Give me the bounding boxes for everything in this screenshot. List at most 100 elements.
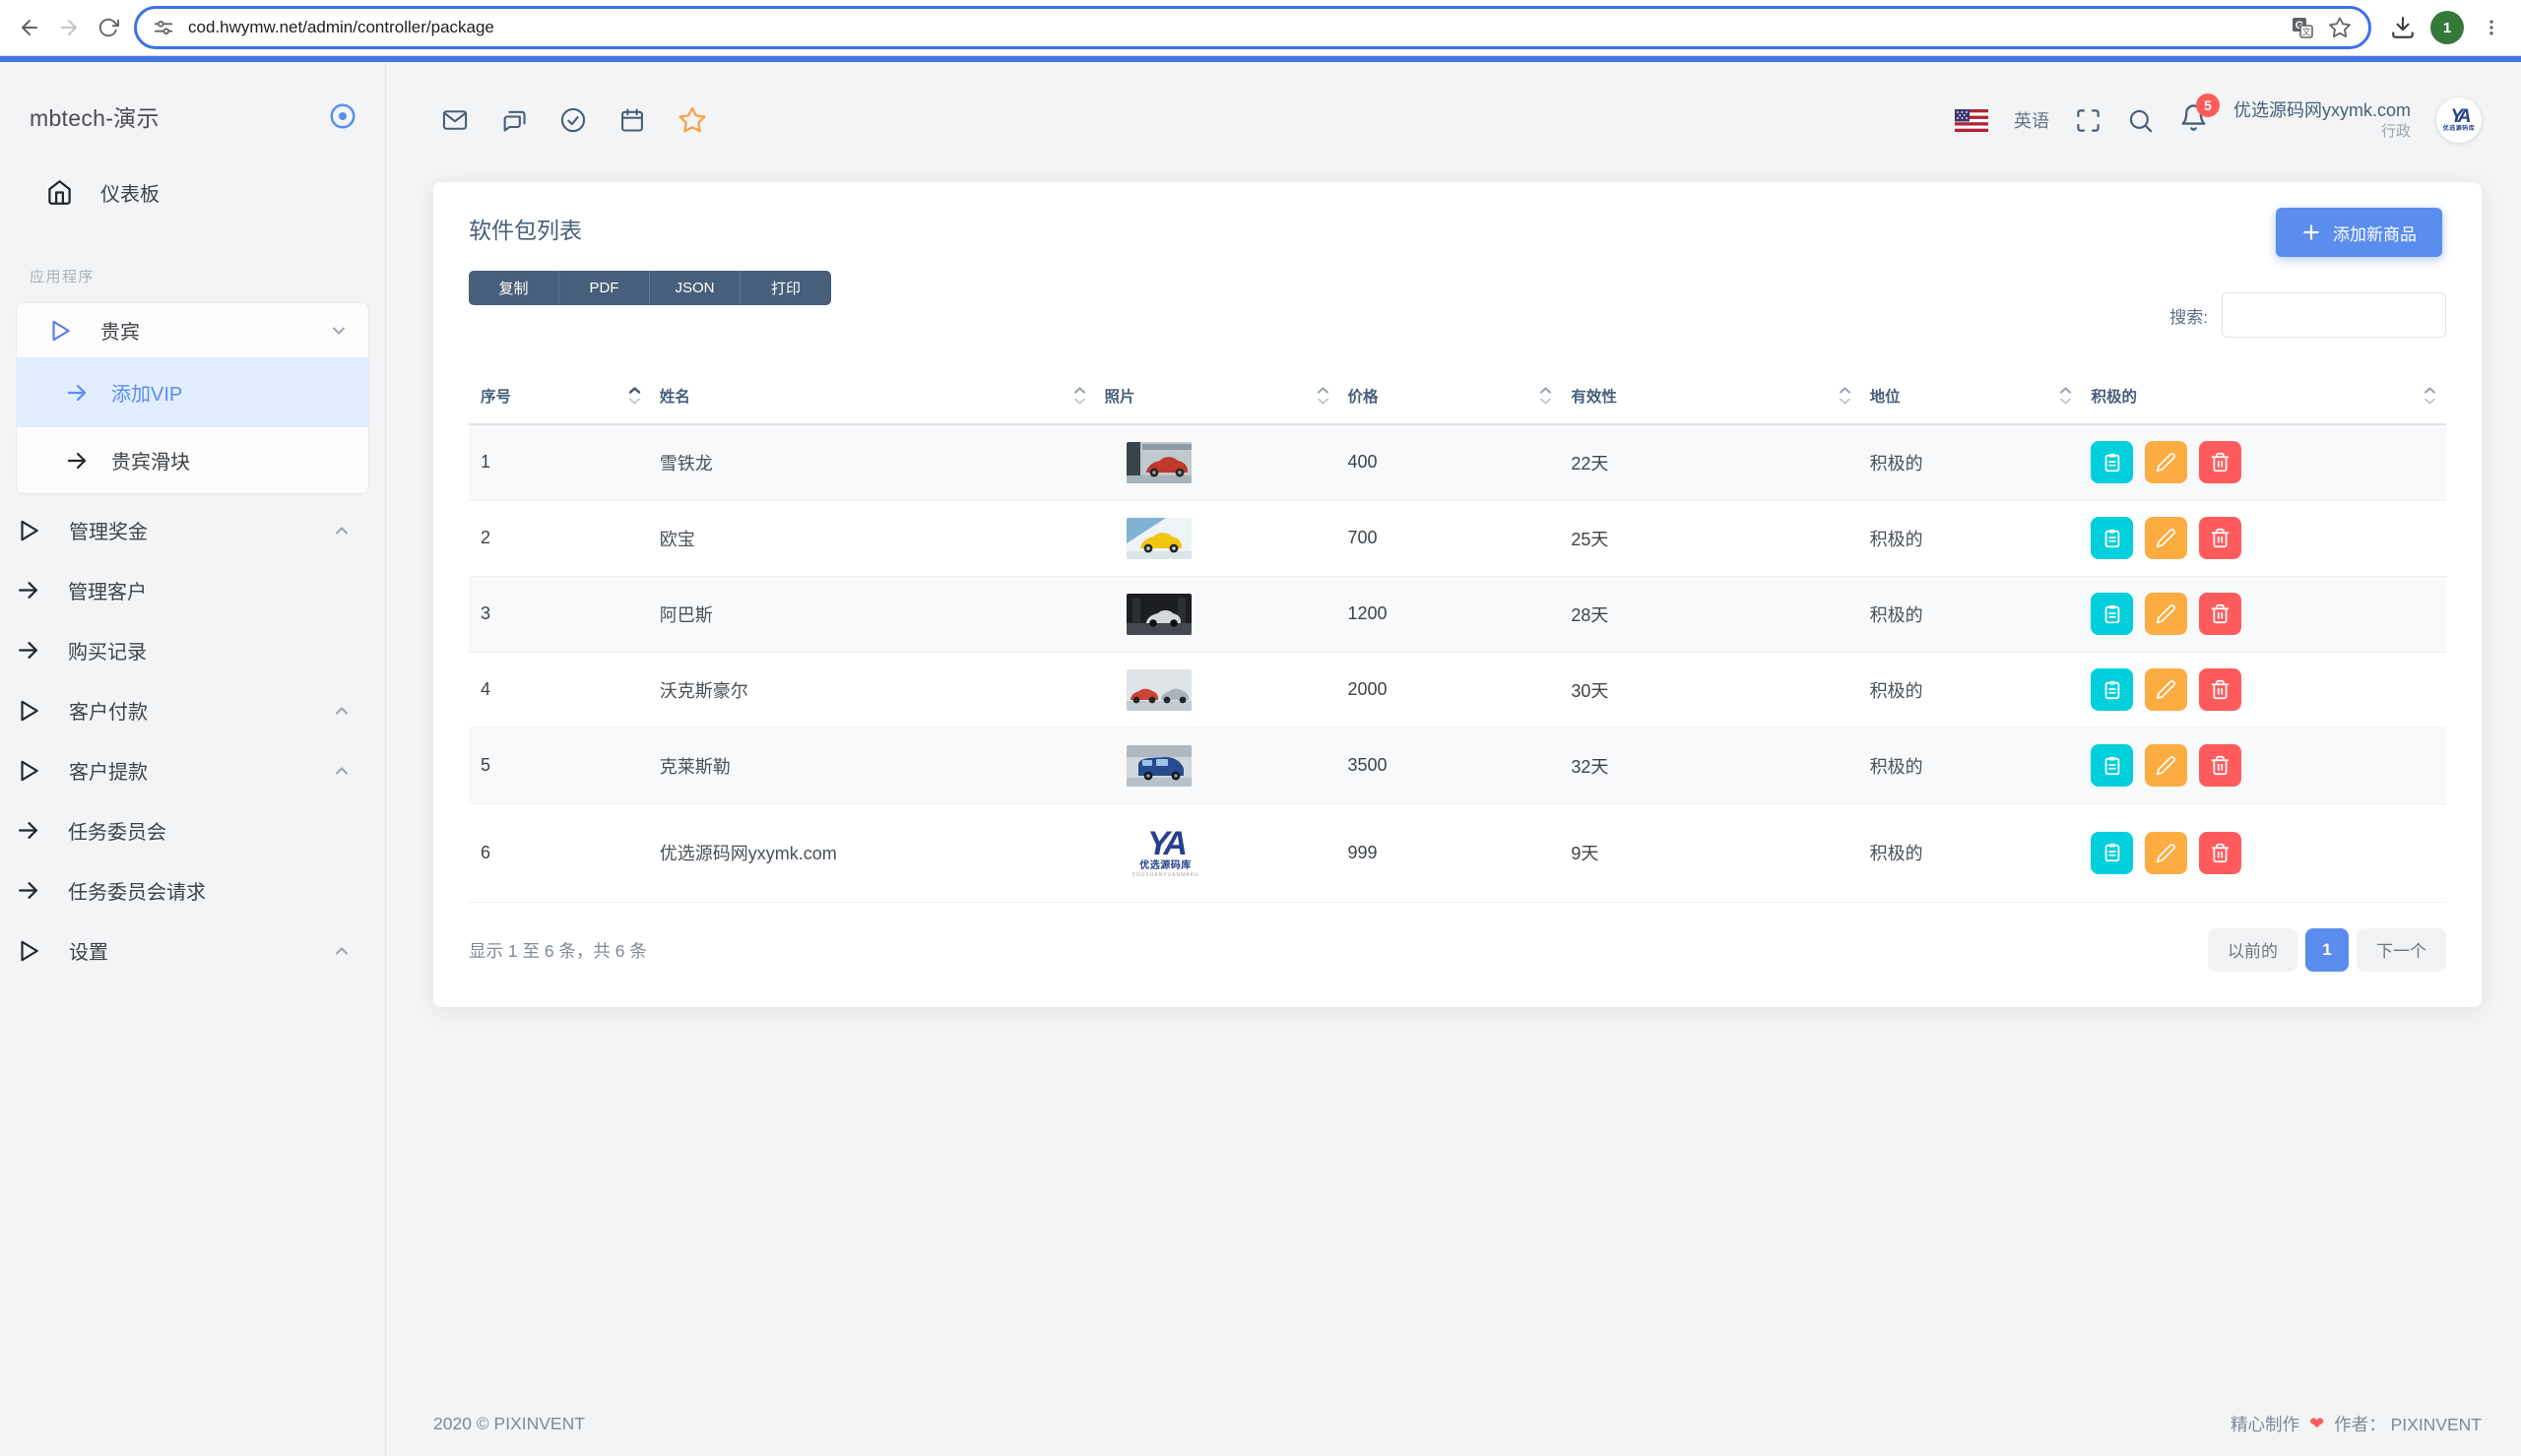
notification-count-badge: 5 xyxy=(2196,94,2220,117)
row-details-button[interactable] xyxy=(2091,832,2133,874)
row-details-button[interactable] xyxy=(2091,668,2133,711)
sidebar-item-manage-customers[interactable]: 管理客户 xyxy=(0,560,385,620)
sidebar-group-customer-payments[interactable]: 客户付款 xyxy=(0,680,385,740)
chat-icon[interactable] xyxy=(500,106,528,134)
clipboard-icon xyxy=(2101,452,2123,474)
sidebar-item-vip-slider[interactable]: 贵宾滑块 xyxy=(17,427,368,493)
column-header-sn[interactable]: 序号 xyxy=(469,368,651,424)
sidebar-group-settings[interactable]: 设置 xyxy=(0,920,385,981)
column-header-active[interactable]: 积极的 xyxy=(2082,368,2446,424)
export-pdf-button[interactable]: PDF xyxy=(559,271,650,305)
mail-icon[interactable] xyxy=(441,106,469,134)
product-photo-chrysler xyxy=(1127,745,1192,787)
cell-price: 400 xyxy=(1339,424,1563,500)
sidebar-item-task-committee-requests[interactable]: 任务委员会请求 xyxy=(0,860,385,920)
chevron-up-icon xyxy=(332,521,352,540)
translate-glyph: G 文 xyxy=(2291,16,2314,39)
row-delete-button[interactable] xyxy=(2199,668,2241,711)
pagination-next-button[interactable]: 下一个 xyxy=(2357,928,2446,972)
product-photo-citroen xyxy=(1127,442,1192,483)
user-block[interactable]: 优选源码网yxymk.com 行政 xyxy=(2233,99,2411,142)
column-header-price[interactable]: 价格 xyxy=(1339,368,1563,424)
sidebar-item-label: 客户提款 xyxy=(69,756,148,785)
user-name: 优选源码网yxymk.com xyxy=(2233,99,2411,122)
row-delete-button[interactable] xyxy=(2199,744,2241,787)
add-new-item-button[interactable]: 添加新商品 xyxy=(2276,208,2442,257)
browser-forward-button[interactable] xyxy=(49,8,89,47)
row-edit-button[interactable] xyxy=(2145,441,2187,483)
search-input[interactable] xyxy=(2222,292,2446,338)
pagination-page-1-button[interactable]: 1 xyxy=(2305,928,2349,972)
row-edit-button[interactable] xyxy=(2145,744,2187,787)
product-photo-opel xyxy=(1127,518,1192,559)
language-selector[interactable]: 英语 xyxy=(2014,107,2049,133)
clipboard-icon xyxy=(2101,755,2123,777)
column-header-photo[interactable]: 照片 xyxy=(1096,368,1339,424)
sidebar-item-add-vip[interactable]: 添加VIP xyxy=(17,357,368,427)
favorites-star-icon[interactable] xyxy=(678,105,707,135)
column-header-name[interactable]: 姓名 xyxy=(651,368,1096,424)
site-settings-icon[interactable] xyxy=(153,17,174,38)
url-bar[interactable]: cod.hwymw.net/admin/controller/package G… xyxy=(134,6,2371,49)
row-edit-button[interactable] xyxy=(2145,668,2187,711)
pencil-icon xyxy=(2156,755,2176,776)
sidebar-item-label: 设置 xyxy=(69,936,108,965)
user-avatar[interactable]: YA 优选源码库 xyxy=(2436,97,2482,143)
sidebar-group-vip-header[interactable]: 贵宾 xyxy=(17,303,368,357)
browser-menu-button[interactable] xyxy=(2472,8,2511,47)
row-edit-button[interactable] xyxy=(2145,517,2187,559)
notifications-button[interactable]: 5 xyxy=(2179,103,2208,137)
product-photo-vauxhall xyxy=(1127,669,1192,711)
cell-sn: 2 xyxy=(469,500,651,576)
row-delete-button[interactable] xyxy=(2199,593,2241,635)
sidebar-item-purchase-records[interactable]: 购买记录 xyxy=(0,620,385,680)
row-delete-button[interactable] xyxy=(2199,441,2241,483)
export-json-button[interactable]: JSON xyxy=(650,271,741,305)
browser-profile-avatar[interactable]: 1 xyxy=(2430,11,2464,44)
browser-back-button[interactable] xyxy=(10,8,49,47)
cell-validity: 9天 xyxy=(1562,803,1860,902)
page-title: 软件包列表 xyxy=(469,212,2446,245)
row-details-button[interactable] xyxy=(2091,744,2133,787)
downloads-button[interactable] xyxy=(2383,8,2423,47)
row-delete-button[interactable] xyxy=(2199,832,2241,874)
row-details-button[interactable] xyxy=(2091,593,2133,635)
play-icon xyxy=(16,698,41,724)
cell-price: 999 xyxy=(1339,803,1563,902)
export-copy-button[interactable]: 复制 xyxy=(469,271,559,305)
search-icon[interactable] xyxy=(2127,107,2154,134)
column-header-status[interactable]: 地位 xyxy=(1861,368,2083,424)
check-circle-icon[interactable] xyxy=(559,106,587,134)
browser-reload-button[interactable] xyxy=(89,8,128,47)
sidebar-item-label: 任务委员会请求 xyxy=(68,876,206,905)
sidebar-group-label: 贵宾 xyxy=(100,316,140,345)
sidebar-item-label: 添加VIP xyxy=(111,378,182,407)
bookmark-star-icon[interactable] xyxy=(2321,9,2359,46)
pagination-previous-button[interactable]: 以前的 xyxy=(2208,928,2297,972)
calendar-icon[interactable] xyxy=(618,106,646,134)
sidebar: mbtech-演示 仪表板 应用程序 贵宾 xyxy=(0,62,386,1456)
sidebar-item-dashboard[interactable]: 仪表板 xyxy=(0,162,385,222)
row-details-button[interactable] xyxy=(2091,517,2133,559)
fullscreen-icon[interactable] xyxy=(2075,107,2101,134)
translate-icon[interactable]: G 文 xyxy=(2284,9,2321,46)
row-details-button[interactable] xyxy=(2091,441,2133,483)
sidebar-item-task-committee[interactable]: 任务委员会 xyxy=(0,800,385,860)
brand-title: mbtech-演示 xyxy=(30,99,160,133)
us-flag-icon[interactable] xyxy=(1955,109,1988,132)
row-edit-button[interactable] xyxy=(2145,832,2187,874)
sidebar-group-customer-withdrawals[interactable]: 客户提款 xyxy=(0,740,385,800)
cell-status: 积极的 xyxy=(1861,728,2083,803)
table-footer: 显示 1 至 6 条，共 6 条 以前的 1 下一个 xyxy=(469,928,2446,972)
cell-photo xyxy=(1096,500,1339,576)
row-edit-button[interactable] xyxy=(2145,593,2187,635)
sidebar-collapse-toggle[interactable] xyxy=(328,101,357,131)
cell-actions xyxy=(2082,500,2446,576)
export-print-button[interactable]: 打印 xyxy=(741,271,831,305)
svg-text:文: 文 xyxy=(2301,27,2310,37)
cell-sn: 5 xyxy=(469,728,651,803)
row-delete-button[interactable] xyxy=(2199,517,2241,559)
sidebar-group-manage-bonus[interactable]: 管理奖金 xyxy=(0,500,385,560)
clipboard-icon xyxy=(2101,603,2123,625)
column-header-validity[interactable]: 有效性 xyxy=(1562,368,1860,424)
